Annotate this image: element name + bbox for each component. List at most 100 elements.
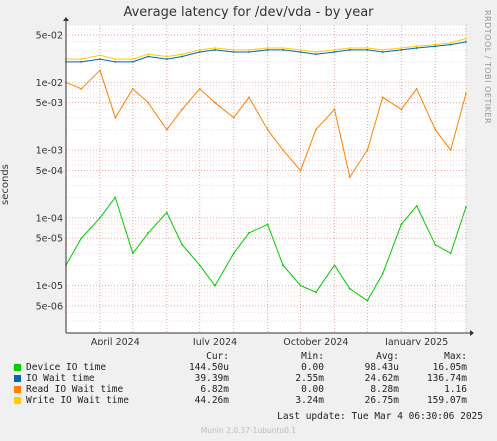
data-point-read-io-wait-time	[131, 87, 134, 90]
x-tick-label: October 2024	[283, 337, 348, 345]
data-point-io-wait-time	[266, 49, 269, 51]
data-point-write-io-wait-time	[232, 49, 235, 51]
data-point-io-wait-time	[131, 60, 134, 63]
legend-value-avg: 26.75m	[364, 395, 399, 406]
data-point-write-io-wait-time	[248, 49, 250, 51]
footer-version: Munin 2.0.37-1ubuntu0.1	[200, 426, 297, 435]
legend-header-avg: Avg:	[376, 351, 399, 362]
data-point-device-io-time	[465, 206, 467, 208]
data-point-device-io-time	[266, 223, 269, 226]
data-point-io-wait-time	[333, 51, 336, 53]
data-point-device-io-time	[299, 284, 302, 287]
data-point-io-wait-time	[314, 53, 317, 56]
data-point-io-wait-time	[366, 49, 369, 51]
legend-value-max: 159.07m	[426, 395, 467, 406]
data-point-device-io-time	[147, 231, 150, 234]
data-point-read-io-wait-time	[366, 149, 369, 151]
legend-label: Write IO Wait time	[26, 395, 129, 406]
data-point-io-wait-time	[282, 49, 284, 51]
data-point-write-io-wait-time	[99, 54, 101, 57]
data-point-read-io-wait-time	[147, 101, 150, 104]
data-point-device-io-time	[314, 291, 317, 294]
data-point-read-io-wait-time	[198, 87, 201, 90]
data-point-write-io-wait-time	[214, 47, 216, 49]
data-point-read-io-wait-time	[165, 128, 168, 131]
data-point-device-io-time	[131, 252, 134, 255]
y-tick-label: 1e-05	[36, 281, 63, 292]
legend-value-cur: 144.50u	[188, 362, 229, 373]
data-point-io-wait-time	[434, 45, 437, 48]
data-point-io-wait-time	[415, 47, 418, 49]
x-axis-arrow	[470, 330, 474, 336]
data-point-device-io-time	[214, 284, 216, 287]
data-point-device-io-time	[415, 205, 418, 207]
data-point-write-io-wait-time	[266, 47, 269, 49]
data-point-io-wait-time	[400, 49, 403, 51]
legend-value-max: 136.74m	[426, 373, 467, 384]
legend-value-avg: 98.43u	[364, 362, 399, 373]
y-tick-label: 1e-02	[36, 78, 63, 89]
data-point-device-io-time	[248, 231, 250, 234]
data-point-write-io-wait-time	[333, 49, 336, 51]
legend-value-min: 2.55m	[295, 373, 324, 384]
data-point-write-io-wait-time	[80, 58, 83, 60]
data-point-write-io-wait-time	[400, 47, 403, 49]
legend-label: Read IO Wait time	[26, 384, 124, 395]
data-point-device-io-time	[165, 211, 168, 214]
data-point-read-io-wait-time	[434, 128, 437, 131]
legend-header-max: Max:	[444, 351, 467, 362]
y-tick-label: 1e-04	[36, 213, 63, 224]
data-point-io-wait-time	[232, 51, 235, 53]
legend-swatch	[14, 375, 21, 382]
data-point-io-wait-time	[114, 60, 117, 63]
data-point-read-io-wait-time	[266, 128, 269, 131]
y-axis-arrow	[63, 17, 69, 21]
data-point-read-io-wait-time	[114, 116, 117, 119]
data-point-read-io-wait-time	[314, 128, 317, 131]
data-point-device-io-time	[114, 196, 117, 199]
data-point-write-io-wait-time	[449, 42, 452, 44]
data-point-write-io-wait-time	[299, 49, 302, 51]
last-update: Last update: Tue Mar 4 06:30:06 2025	[277, 411, 483, 422]
legend-value-cur: 39.39m	[194, 373, 229, 384]
legend-row: Read IO Wait time 6.82m 0.00 8.28m 1.16	[14, 384, 474, 395]
data-point-io-wait-time	[449, 43, 452, 46]
data-point-io-wait-time	[80, 60, 83, 63]
data-point-io-wait-time	[348, 49, 351, 51]
data-point-io-wait-time	[99, 58, 101, 60]
plot-background	[66, 25, 466, 333]
data-point-device-io-time	[366, 299, 369, 302]
legend-value-max: 16.05m	[432, 362, 467, 373]
data-point-write-io-wait-time	[165, 55, 168, 58]
y-tick-label: 5e-03	[36, 98, 63, 109]
legend-value-max: 1.16	[444, 384, 467, 395]
legend-value-cur: 6.82m	[200, 384, 229, 395]
data-point-read-io-wait-time	[232, 116, 235, 119]
legend-header: Cur: Min: Avg: Max:	[14, 351, 474, 362]
legend-value-min: 0.00	[301, 362, 324, 373]
data-point-io-wait-time	[299, 51, 302, 53]
x-tick-label: January 2025	[384, 337, 448, 345]
data-point-write-io-wait-time	[282, 47, 284, 49]
data-point-device-io-time	[400, 223, 403, 226]
legend-label: Device IO time	[26, 362, 107, 373]
data-point-io-wait-time	[248, 51, 250, 53]
chart: Average latency for /dev/vda - by year R…	[0, 0, 497, 441]
plot-area: 5e-06 1e-05 5e-05 1e-04 5e-04 1e-03 5e-03 1e-02…	[36, 17, 474, 345]
data-point-io-wait-time	[181, 55, 184, 58]
data-point-io-wait-time	[147, 55, 150, 58]
data-point-read-io-wait-time	[400, 108, 403, 111]
legend-header-min: Min:	[301, 351, 324, 362]
legend-value-avg: 8.28m	[370, 384, 399, 395]
y-tick-label: 5e-02	[36, 30, 63, 41]
data-point-read-io-wait-time	[181, 108, 184, 111]
data-point-io-wait-time	[165, 58, 168, 60]
legend-swatch	[14, 397, 21, 404]
legend-swatch	[14, 364, 21, 371]
data-point-read-io-wait-time	[415, 87, 418, 90]
data-point-read-io-wait-time	[282, 149, 284, 151]
legend-value-min: 0.00	[301, 384, 324, 395]
data-point-read-io-wait-time	[214, 101, 216, 104]
data-point-device-io-time	[282, 264, 284, 267]
data-point-device-io-time	[381, 272, 384, 275]
